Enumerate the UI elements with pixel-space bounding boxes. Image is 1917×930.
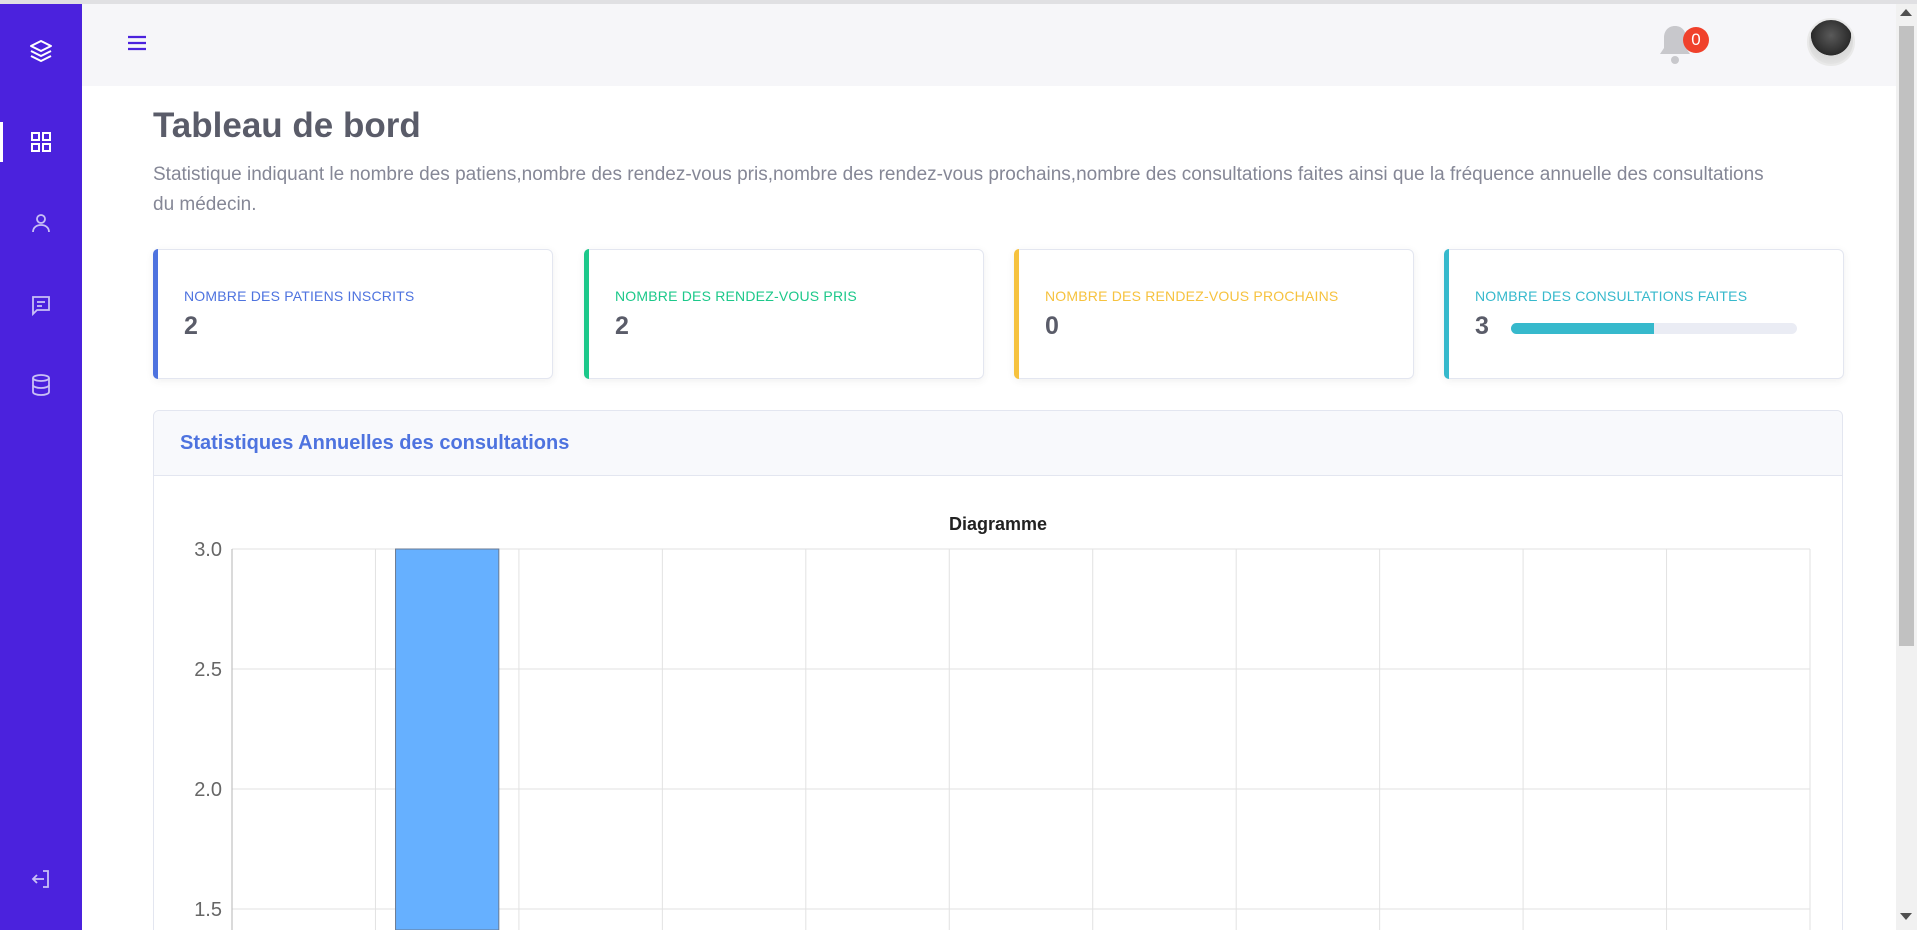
chart-title: Diagramme [949,514,1047,534]
stat-card-patients: Nombre des patiens inscrits 2 [153,249,553,379]
scrollbar-thumb[interactable] [1899,26,1914,646]
grid-icon[interactable] [24,125,58,159]
card-label: Nombre des rendez-vous pris [615,288,857,304]
card-label: Nombre des rendez-vous prochains [1045,288,1339,304]
card-label: Nombre des consultations faites [1475,288,1748,304]
card-label: Nombre des patiens inscrits [184,288,415,304]
page-description: Statistique indiquant le nombre des pati… [153,164,1764,215]
card-accent [584,249,589,379]
layers-icon[interactable] [24,34,58,68]
avatar[interactable] [1807,18,1855,66]
menu-toggle-button[interactable] [122,28,152,58]
card-value: 2 [615,312,629,340]
stat-card-appointments: Nombre des rendez-vous pris 2 [584,249,984,379]
logout-icon[interactable] [24,862,58,896]
topbar [82,4,1896,86]
user-icon[interactable] [24,206,58,240]
scroll-up-arrow-icon[interactable] [1900,9,1912,16]
card-accent [1444,249,1449,379]
card-value: 2 [184,312,198,340]
notification-count-badge: 0 [1683,27,1709,53]
page-title: Tableau de bord [153,106,421,145]
y-tick-label: 2.5 [194,659,222,681]
active-indicator [0,122,3,162]
chart-card-header: Statistiques Annuelles des consultations [154,411,1842,476]
bar-chart: Diagramme 3.0 2.5 2.0 1.5 [194,514,1811,930]
y-tick-label: 1.5 [194,899,222,921]
chart-bar [395,548,500,930]
card-value: 0 [1045,312,1059,340]
sidebar [0,4,82,930]
y-tick-label: 3.0 [194,539,222,561]
card-value: 3 [1475,312,1489,340]
y-tick-label: 2.0 [194,779,222,801]
progress-bar-fill [1511,323,1654,334]
scroll-down-arrow-icon[interactable] [1900,913,1912,920]
stat-card-upcoming: Nombre des rendez-vous prochains 0 [1014,249,1414,379]
chart-card-title: Statistiques Annuelles des consultations [180,432,570,454]
database-icon[interactable] [24,368,58,402]
stat-card-consultations: Nombre des consultations faites 3 [1444,249,1844,379]
card-accent [153,249,158,379]
message-icon[interactable] [24,288,58,322]
card-accent [1014,249,1019,379]
progress-bar [1511,323,1797,334]
